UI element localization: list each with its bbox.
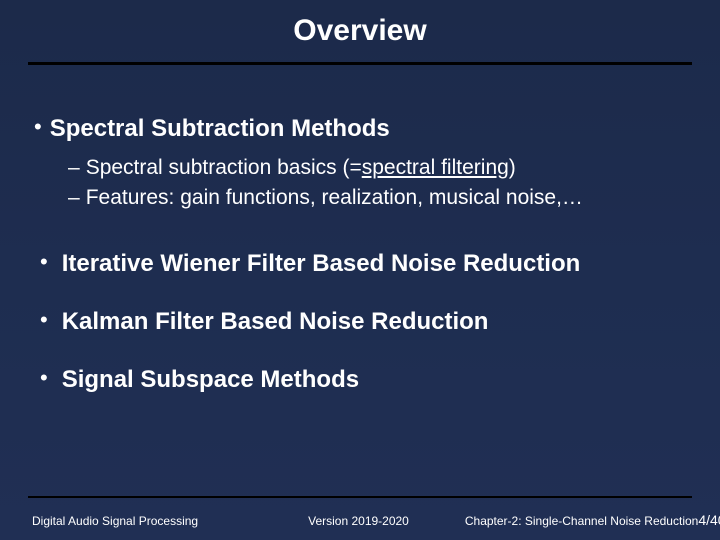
bullet-dot-icon: • bbox=[34, 114, 42, 139]
slide-footer: Digital Audio Signal Processing Version … bbox=[0, 512, 720, 528]
sub-text-underlined: spectral filtering bbox=[362, 156, 509, 179]
sub-bullet-basics: –Spectral subtraction basics (=spectral … bbox=[68, 153, 696, 183]
footer-chapter: Chapter-2: Single-Channel Noise Reductio… bbox=[465, 514, 698, 528]
footer-version: Version 2019-2020 bbox=[308, 514, 409, 528]
sub-text-post: ) bbox=[509, 156, 516, 179]
bullet-text: Signal Subspace Methods bbox=[62, 366, 359, 393]
bullet-text: Kalman Filter Based Noise Reduction bbox=[62, 308, 489, 335]
bullet-spectral-subtraction: • Spectral Subtraction Methods bbox=[34, 115, 696, 143]
bullet-dot-icon: • bbox=[40, 249, 48, 274]
sub-bullet-features: –Features: gain functions, realization, … bbox=[68, 183, 696, 213]
sub-text: Features: gain functions, realization, m… bbox=[86, 186, 583, 209]
footer-course: Digital Audio Signal Processing bbox=[32, 514, 198, 528]
dash-icon: – bbox=[68, 186, 80, 209]
bullet-iterative-wiener: • Iterative Wiener Filter Based Noise Red… bbox=[40, 250, 696, 278]
sub-bullet-list: –Spectral subtraction basics (=spectral … bbox=[68, 153, 696, 214]
footer-page-number: 4/40 bbox=[698, 512, 720, 528]
bullet-signal-subspace: • Signal Subspace Methods bbox=[40, 366, 696, 394]
bullet-heading: Spectral Subtraction Methods bbox=[50, 115, 390, 142]
footer-divider bbox=[28, 496, 692, 498]
sub-text-pre: Spectral subtraction basics (= bbox=[86, 156, 362, 179]
bullet-dot-icon: • bbox=[40, 365, 48, 390]
slide-title: Overview bbox=[0, 0, 720, 58]
lower-bullet-list: • Iterative Wiener Filter Based Noise Red… bbox=[24, 250, 696, 394]
bullet-kalman: • Kalman Filter Based Noise Reduction bbox=[40, 308, 696, 336]
bullet-dot-icon: • bbox=[40, 307, 48, 332]
bullet-text: Iterative Wiener Filter Based Noise Redu… bbox=[62, 250, 581, 277]
slide-content: • Spectral Subtraction Methods –Spectral … bbox=[0, 65, 720, 394]
dash-icon: – bbox=[68, 156, 80, 179]
